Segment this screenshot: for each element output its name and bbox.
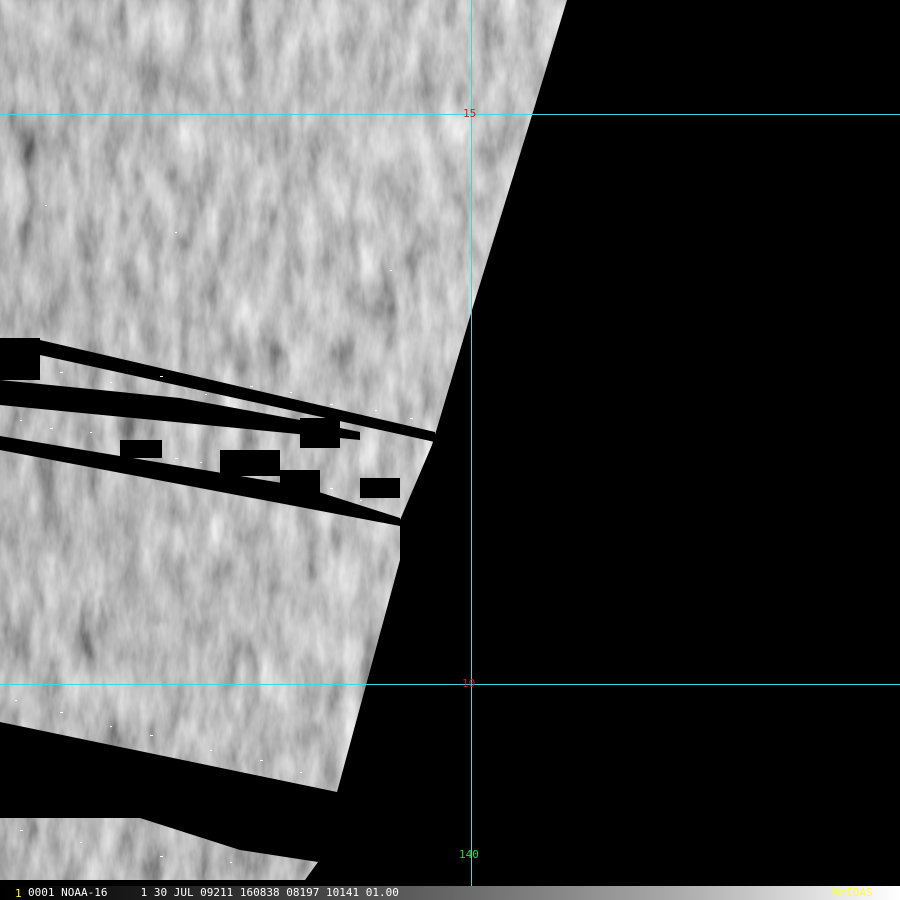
frame-number: 1 bbox=[15, 887, 22, 900]
latitude-label-15: 15 bbox=[463, 107, 477, 120]
longitude-label-140: 140 bbox=[459, 848, 479, 861]
brand-label: McIDAS bbox=[833, 886, 873, 899]
latitude-label-10: 10 bbox=[462, 677, 476, 690]
satellite-image-viewer: 15 10 140 bbox=[0, 0, 900, 886]
image-info-text: 0001 NOAA-16 1 30 JUL 09211 160838 08197… bbox=[28, 886, 399, 899]
status-bar: 1 0001 NOAA-16 1 30 JUL 09211 160838 081… bbox=[0, 886, 900, 900]
satellite-imagery bbox=[0, 0, 900, 886]
